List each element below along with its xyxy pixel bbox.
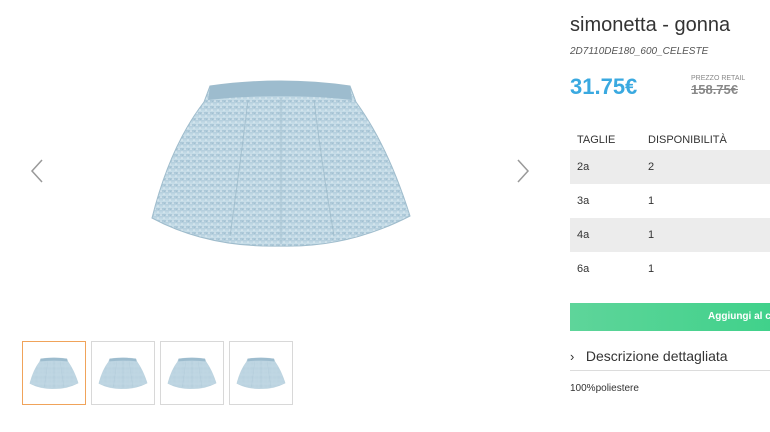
- description-toggle-label: Descrizione dettagliata: [585, 348, 728, 364]
- thumbnail-1[interactable]: [22, 341, 86, 405]
- product-info-panel: simonetta - gonna 2D7110DE180_600_CELEST…: [570, 0, 770, 432]
- table-header-row: TAGLIE DISPONIBILITÀ: [570, 130, 770, 150]
- retail-price: 158.75€: [691, 82, 738, 97]
- chevron-right-icon: ›: [570, 349, 575, 364]
- product-main-image: [148, 76, 414, 248]
- size-cell: 6a: [577, 263, 590, 275]
- size-cell: 2a: [570, 150, 641, 184]
- size-cell: 4a: [570, 218, 641, 252]
- prev-image-button[interactable]: [28, 158, 48, 184]
- thumbnail-4[interactable]: [229, 341, 293, 405]
- retail-price-label: PREZZO RETAIL: [691, 75, 746, 82]
- availability-cell: 1: [648, 263, 655, 275]
- chevron-right-icon: [517, 159, 530, 183]
- availability-cell: 1: [648, 195, 655, 207]
- product-price: 31.75€: [570, 74, 638, 99]
- thumbnail-strip: [22, 341, 293, 405]
- product-gallery: [0, 0, 560, 432]
- next-image-button[interactable]: [512, 158, 532, 184]
- thumbnail-image: [29, 356, 79, 390]
- description-text: 100%poliestere: [570, 383, 639, 394]
- product-title: simonetta - gonna: [570, 14, 731, 36]
- thumbnail-image: [236, 356, 286, 390]
- chevron-left-icon: [30, 159, 43, 183]
- thumbnail-3[interactable]: [160, 341, 224, 405]
- table-row[interactable]: 3a 1: [570, 184, 770, 218]
- column-header-availability: DISPONIBILITÀ: [648, 134, 727, 146]
- add-to-cart-button[interactable]: Aggiungi al c: [570, 303, 770, 331]
- size-cell: 3a: [577, 195, 590, 207]
- thumbnail-2[interactable]: [91, 341, 155, 405]
- column-header-sizes: TAGLIE: [577, 134, 616, 146]
- availability-cell: 2: [641, 150, 770, 184]
- thumbnail-image: [98, 356, 148, 390]
- thumbnail-image: [167, 356, 217, 390]
- sizes-table: TAGLIE DISPONIBILITÀ 2a 2 3a 1 4a 1 6a 1: [570, 130, 770, 286]
- availability-cell: 1: [641, 218, 770, 252]
- table-row[interactable]: 2a 2: [570, 150, 770, 184]
- product-sku: 2D7110DE180_600_CELESTE: [570, 46, 709, 57]
- table-row[interactable]: 6a 1: [570, 252, 770, 286]
- description-toggle[interactable]: › Descrizione dettagliata: [570, 348, 770, 371]
- table-row[interactable]: 4a 1: [570, 218, 770, 252]
